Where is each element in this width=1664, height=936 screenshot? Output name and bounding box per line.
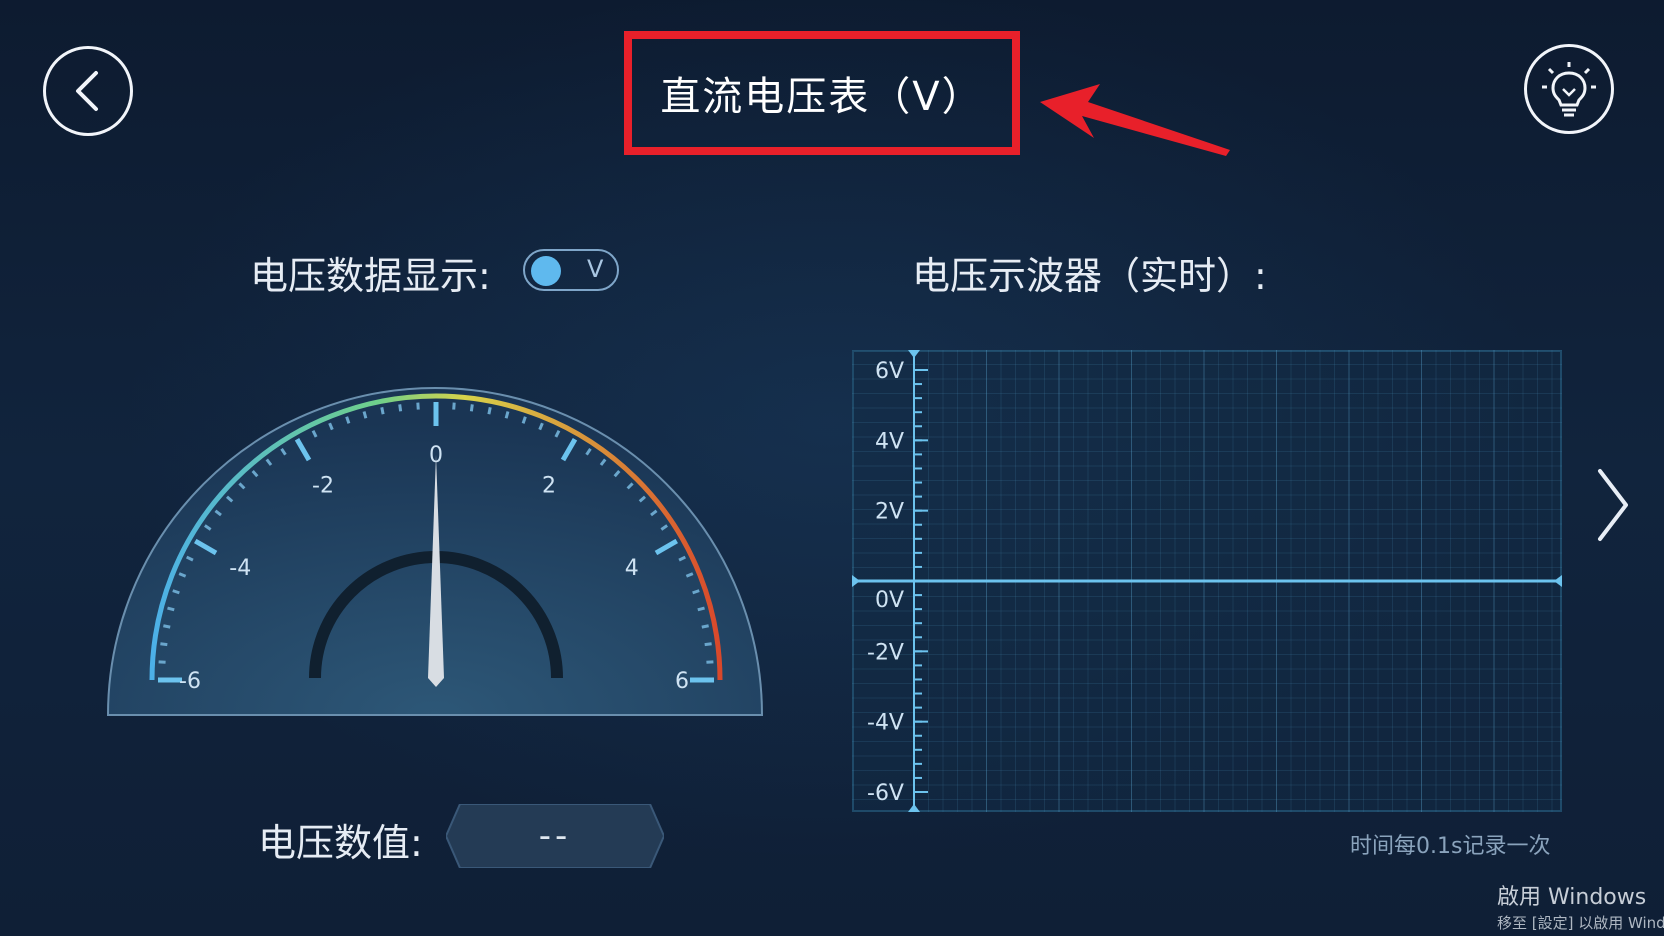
gauge-minor-tick: [160, 642, 168, 647]
gauge-minor-tick: [398, 404, 403, 412]
gauge-minor-tick: [487, 407, 492, 415]
gauge-tick-label: -4: [229, 556, 251, 581]
y-tick-label: -6V: [867, 781, 904, 806]
gauge-minor-tick: [701, 624, 709, 629]
sampling-footnote: 时间每0.1s记录一次: [1350, 834, 1551, 859]
gauge-tick-label: -2: [312, 473, 334, 498]
gauge-minor-tick: [704, 642, 712, 647]
hint-button[interactable]: [1524, 44, 1614, 134]
y-tick-label: 0V: [875, 588, 904, 613]
title-highlight-box: 直流电压表（V）: [624, 31, 1020, 155]
gauge-minor-tick: [362, 411, 368, 419]
gauge-minor-tick: [521, 416, 527, 424]
gauge-minor-tick: [380, 407, 385, 415]
gauge-minor-tick: [163, 624, 171, 629]
gauge-minor-tick: [167, 606, 175, 612]
gauge-minor-tick: [692, 589, 700, 595]
gauge-minor-tick: [172, 589, 180, 595]
next-button[interactable]: [1594, 465, 1634, 545]
windows-activation-watermark: 啟用 Windows: [1497, 885, 1647, 910]
windows-activation-subtext: 移至 [設定] 以啟用 Wind: [1497, 914, 1664, 932]
chevron-left-icon: [76, 71, 98, 111]
oscilloscope-chart: 6V 4V 2V 0V -2V -4V -6V: [852, 350, 1562, 812]
back-button[interactable]: [43, 46, 133, 136]
oscilloscope-label: 电压示波器（实时）:: [912, 254, 1267, 298]
unit-toggle[interactable]: V: [523, 249, 619, 291]
lightbulb-icon: [1542, 62, 1596, 117]
toggle-unit-label: V: [587, 255, 604, 283]
gauge-minor-tick: [345, 416, 351, 424]
y-tick-label: -2V: [867, 640, 904, 665]
gauge-tick-label: 2: [542, 473, 556, 498]
annotation-arrow: [1040, 84, 1230, 156]
chevron-right-icon: [1598, 469, 1628, 541]
gauge-tick-label: 4: [625, 556, 639, 581]
data-display-label: 电压数据显示:: [250, 254, 491, 298]
y-tick-label: -4V: [867, 711, 904, 736]
voltage-value: --: [538, 816, 572, 856]
toggle-knob: [531, 256, 561, 286]
voltage-gauge: -6-4-20246: [106, 387, 764, 716]
gauge-tick-label: 6: [675, 669, 689, 694]
gauge-minor-tick: [504, 411, 510, 419]
page-title: 直流电压表（V）: [660, 74, 984, 120]
y-tick-label: 4V: [875, 429, 904, 454]
y-tick-label: 2V: [875, 500, 904, 525]
gauge-minor-tick: [469, 404, 474, 412]
gauge-tick-label: -6: [179, 669, 201, 694]
gauge-minor-tick: [697, 606, 705, 612]
y-tick-label: 6V: [875, 359, 904, 384]
voltage-value-label: 电压数值:: [258, 821, 423, 865]
